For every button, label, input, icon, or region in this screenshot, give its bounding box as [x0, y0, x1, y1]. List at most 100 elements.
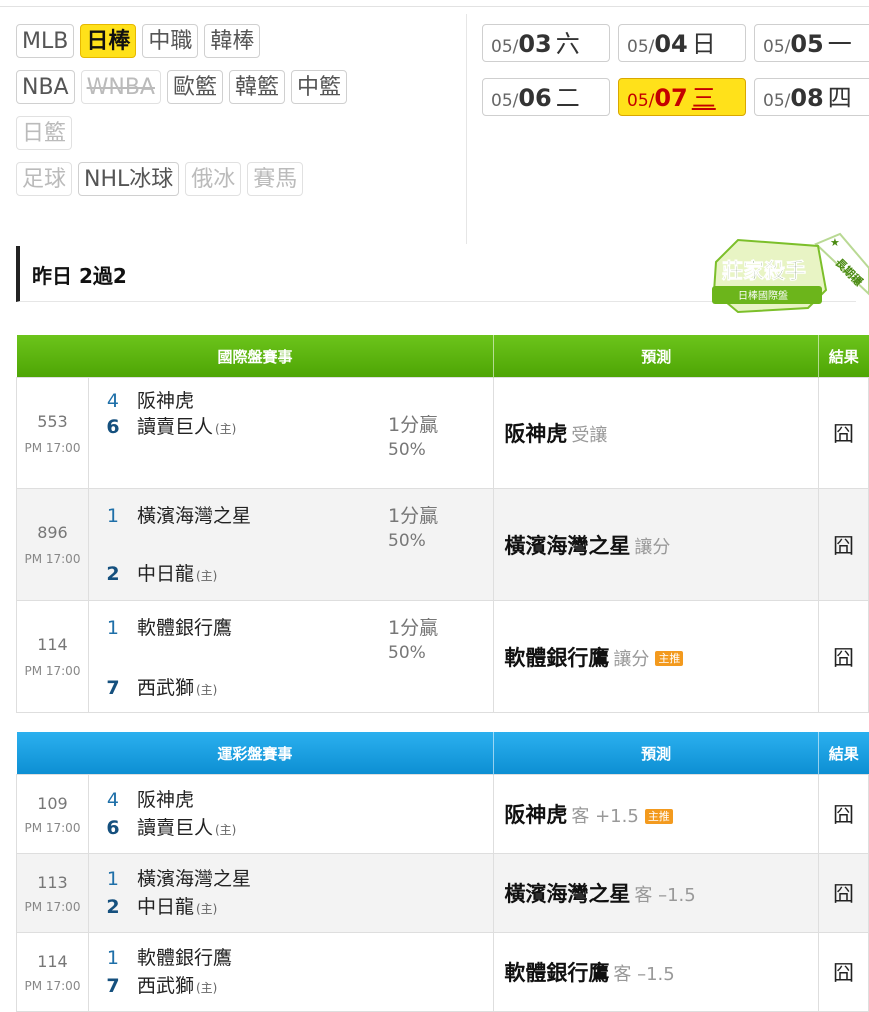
team-line: 1 軟體銀行鷹 [89, 943, 232, 970]
table-row[interactable]: 109 PM 17:00 4 阪神虎 6 讀賣巨人 (主) 阪神虎客 +1.5 主推 囧 [16, 774, 869, 854]
team-line: 6 讀賣巨人 (主) [89, 412, 236, 439]
team-line: 4 阪神虎 [89, 386, 194, 413]
league-chip[interactable]: NBA [16, 70, 75, 104]
featured-pick-tag: 主推 [655, 651, 684, 666]
date-button[interactable]: 05/06 二 [482, 78, 610, 116]
team-line: 2 中日龍 (主) [89, 559, 217, 586]
team-score: 6 [106, 817, 120, 839]
prediction-type: 客 –1.5 [634, 885, 696, 906]
team-name[interactable]: 橫濱海灣之星 [137, 868, 251, 890]
odds-percent: 50% [388, 531, 426, 551]
game-number: 114 [37, 951, 68, 971]
odds-cell [378, 774, 495, 854]
game-number: 113 [37, 872, 68, 892]
game-number: 553 [37, 411, 68, 431]
league-chip[interactable]: 俄冰 [185, 162, 242, 196]
table-row[interactable]: 553 PM 17:00 4 阪神虎 6 讀賣巨人 (主) 1分贏 50% 阪神虎 受讓囧 [16, 377, 869, 489]
prediction-team: 橫濱海灣之星 [504, 882, 631, 906]
date-picker: 05/03 六 05/04 日 05/05 一 05/06 二 05/07 三 05/08 四 [482, 24, 869, 132]
prediction-team: 阪神虎 [504, 803, 568, 827]
date-day: 04 [654, 30, 688, 58]
game-number: 114 [37, 635, 68, 654]
game-time: PM 17:00 [24, 978, 81, 993]
date-button[interactable]: 05/04 日 [618, 24, 746, 62]
league-chip[interactable]: 中籃 [291, 70, 348, 104]
prediction-type: 讓分 [613, 648, 650, 670]
league-chip[interactable]: MLB [16, 24, 75, 58]
date-button[interactable]: 05/07 三 [618, 78, 746, 116]
odds-cell: 1分贏 50% [378, 488, 495, 601]
team-line: 6 讀賣巨人 (主) [89, 813, 236, 840]
team-name[interactable]: 橫濱海灣之星 [137, 505, 251, 527]
league-chip[interactable]: 足球 [16, 162, 73, 196]
date-month: 05/ [763, 91, 791, 111]
header-sportslottery-match: 運彩盤賽事 [16, 732, 495, 775]
team-line: 4 阪神虎 [89, 785, 194, 812]
header-result: 結果 [818, 732, 869, 775]
league-chip[interactable]: 日籃 [16, 116, 73, 150]
result-cell: 囧 [818, 853, 869, 933]
team-name[interactable]: 讀賣巨人 [137, 817, 213, 839]
team-name[interactable]: 軟體銀行鷹 [137, 617, 232, 639]
date-button[interactable]: 05/08 四 [754, 78, 869, 116]
date-month: 05/ [491, 91, 519, 111]
table-row[interactable]: 896 PM 17:00 1 橫濱海灣之星 2 中日龍 (主) 1分贏 50% 橫濱海灣之星 讓分囧 [16, 488, 869, 601]
team-score: 2 [106, 563, 120, 585]
team-line: 7 西武獅 (主) [89, 673, 217, 700]
game-id-cell: 553 PM 17:00 [16, 377, 89, 489]
odds-line: 1分贏 [388, 414, 439, 436]
date-day: 06 [518, 84, 552, 112]
date-month: 05/ [627, 37, 655, 57]
date-day: 03 [518, 30, 552, 58]
result-cell: 囧 [818, 488, 869, 601]
league-chip[interactable]: 中職 [142, 24, 199, 58]
team-name[interactable]: 中日龍 [137, 563, 194, 585]
team-score: 2 [106, 896, 120, 918]
prediction-team: 軟體銀行鷹 [504, 645, 610, 670]
bookmaker-killer-badge: 長期穩 ★ 莊家殺手 日棒國際盤 [712, 232, 869, 314]
prediction-type: 客 –1.5 [613, 964, 675, 985]
league-chip[interactable]: 韓籃 [228, 70, 285, 104]
league-chip[interactable]: 日棒 [80, 24, 137, 58]
game-id-cell: 109 PM 17:00 [16, 774, 89, 854]
team-score: 1 [106, 505, 119, 527]
league-chip[interactable]: WNBA [80, 70, 161, 104]
date-button[interactable]: 05/05 一 [754, 24, 869, 62]
prediction-type: 客 +1.5 [571, 806, 639, 827]
league-chip[interactable]: 歐籃 [166, 70, 223, 104]
league-row: 日籃 [16, 116, 456, 152]
teams-cell: 4 阪神虎 6 讀賣巨人 (主) [87, 774, 379, 854]
table-row[interactable]: 114 PM 17:00 1 軟體銀行鷹 7 西武獅 (主) 1分贏 50% 軟體銀行鷹 讓分 主推囧 [16, 600, 869, 713]
header-prediction: 預測 [493, 335, 819, 378]
league-chip[interactable]: 賽馬 [247, 162, 304, 196]
prediction-cell: 阪神虎 受讓 [493, 377, 819, 489]
team-name[interactable]: 西武獅 [137, 975, 194, 997]
prediction-cell: 阪神虎客 +1.5 主推 [493, 774, 819, 854]
odds-percent: 50% [388, 440, 426, 460]
team-name[interactable]: 讀賣巨人 [137, 416, 213, 438]
date-button[interactable]: 05/03 六 [482, 24, 610, 62]
team-score: 4 [106, 390, 119, 412]
teams-cell: 4 阪神虎 6 讀賣巨人 (主) [87, 377, 379, 489]
team-name[interactable]: 中日龍 [137, 896, 194, 918]
team-score: 7 [106, 975, 120, 997]
date-day: 05 [790, 30, 824, 58]
team-name[interactable]: 阪神虎 [137, 390, 194, 412]
home-marker: (主) [214, 823, 237, 837]
badge-title: 莊家殺手 [722, 259, 806, 283]
team-line: 1 軟體銀行鷹 [89, 613, 232, 640]
league-chip[interactable]: 韓棒 [204, 24, 261, 58]
home-marker: (主) [195, 981, 218, 995]
team-name[interactable]: 阪神虎 [137, 789, 194, 811]
team-name[interactable]: 軟體銀行鷹 [137, 947, 232, 969]
team-score: 7 [106, 677, 120, 699]
yesterday-label: 昨日 2過2 [32, 264, 127, 288]
game-number: 109 [37, 793, 68, 813]
teams-cell: 1 橫濱海灣之星 2 中日龍 (主) [87, 488, 379, 601]
team-name[interactable]: 西武獅 [137, 677, 194, 699]
table-row[interactable]: 113 PM 17:00 1 橫濱海灣之星 2 中日龍 (主) 橫濱海灣之星客 –1.5 囧 [16, 853, 869, 933]
prediction-cell: 橫濱海灣之星客 –1.5 [493, 853, 819, 933]
league-chip[interactable]: NHL冰球 [78, 162, 180, 196]
header-prediction: 預測 [493, 732, 819, 775]
international-odds-table: 國際盤賽事 預測 結果 553 PM 17:00 4 阪神虎 6 讀賣巨人 (主) 1分贏 50… [16, 335, 869, 713]
